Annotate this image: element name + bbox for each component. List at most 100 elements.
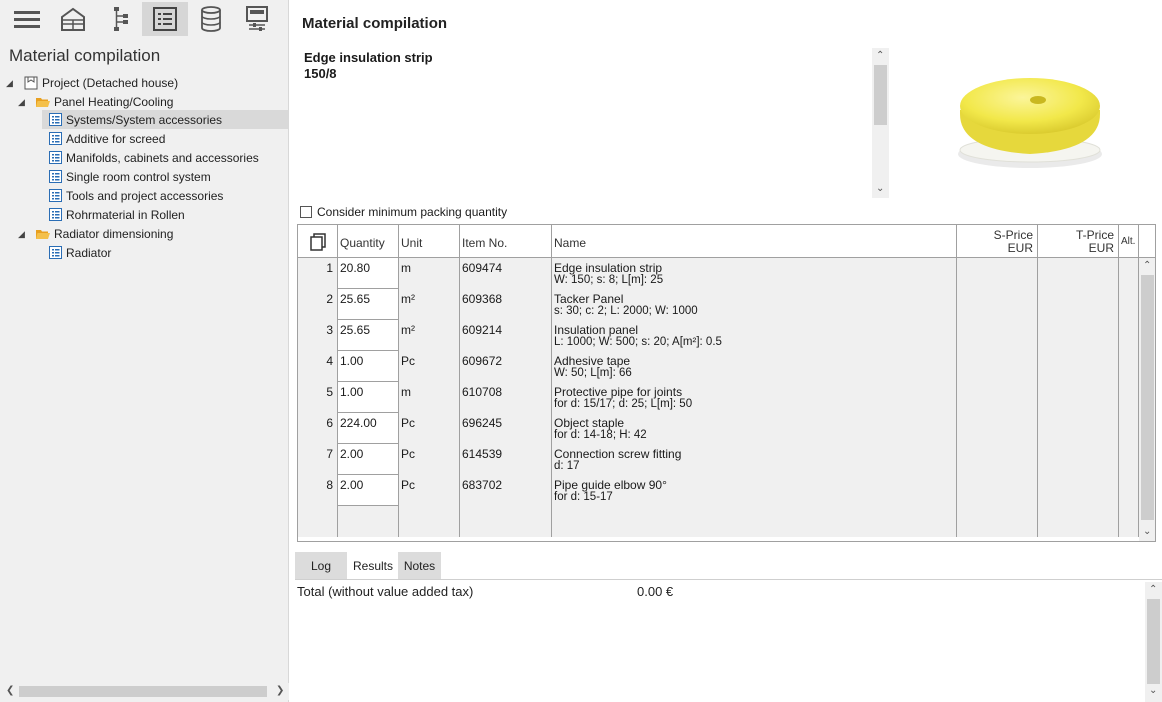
tree-node-room-control[interactable]: Single room control system [42,167,217,186]
table-row[interactable]: 8 2.00 Pc 683702 Pipe guide elbow 90° for d: … [298,475,1139,506]
quantity-cell[interactable]: 20.80 [338,258,399,289]
tab-notes[interactable]: Notes [398,552,441,579]
collapse-arrow-icon[interactable]: ◢ [6,78,16,88]
tree-label: Tools and project accessories [66,188,224,203]
table-vertical-scrollbar[interactable]: ⌃ ⌄ [1139,258,1155,541]
header-label: Item No. [462,236,508,250]
packing-quantity-checkbox[interactable] [300,206,312,218]
column-header-item-no[interactable]: Item No. [460,225,552,258]
menu-button[interactable] [4,2,50,36]
quantity-cell[interactable]: 2.00 [338,475,399,506]
network-icon [114,7,128,31]
tree-node-radiator-dimensioning[interactable]: ◢ Radiator dimensioning [18,224,179,243]
scroll-up-icon[interactable]: ⌃ [1149,585,1157,595]
collapse-arrow-icon[interactable]: ◢ [18,97,28,107]
copy-button[interactable] [298,225,338,258]
column-header-alt[interactable]: Alt. [1119,225,1139,258]
table-row-empty[interactable] [298,506,1139,537]
quantity-cell[interactable]: 224.00 [338,413,399,444]
t-price-cell [1038,382,1119,413]
settings-panel-button[interactable] [234,2,280,36]
packing-quantity-option[interactable]: Consider minimum packing quantity [300,205,507,219]
scroll-down-icon[interactable]: ⌄ [1143,527,1151,537]
quantity-cell[interactable]: 25.65 [338,320,399,351]
column-header-t-price[interactable]: T-Price EUR [1038,225,1119,258]
quantity-cell[interactable]: 1.00 [338,351,399,382]
scroll-left-icon[interactable]: ❮ [6,686,14,696]
table-row[interactable]: 5 1.00 m 610708 Protective pipe for joints fo… [298,382,1139,413]
project-icon [24,76,38,89]
sidebar-horizontal-scrollbar[interactable]: ❮ ❯ [0,683,289,700]
quantity-cell[interactable] [338,506,399,537]
item-name: Insulation panel [554,323,639,337]
scroll-down-icon[interactable]: ⌄ [1149,686,1157,696]
item-spec: s: 30; c: 2; L: 2000; W: 1000 [554,305,698,317]
tree-node-systems-accessories[interactable]: Systems/System accessories [42,110,288,129]
table-row[interactable]: 6 224.00 Pc 696245 Object staple for d: 14-18… [298,413,1139,444]
tree-node-panel-heating[interactable]: ◢ Panel Heating/Cooling [18,92,179,111]
tree-label: Panel Heating/Cooling [54,94,174,109]
material-table: Quantity Unit Item No. Name S-Price EUR … [297,224,1156,542]
item-no-cell: 609214 [460,320,552,351]
tree-label: Rohrmaterial in Rollen [66,207,185,222]
column-header-name[interactable]: Name [552,225,957,258]
item-name: Pipe guide elbow 90° [554,478,667,492]
tree-node-tools[interactable]: Tools and project accessories [42,186,229,205]
detail-vertical-scrollbar[interactable]: ⌃ ⌄ [872,48,889,198]
results-panel: Total (without value added tax) 0.00 € [297,584,673,599]
tree-node-project[interactable]: ◢ Project (Detached house) [6,73,184,92]
t-price-cell [1038,258,1119,289]
alt-cell [1119,382,1139,413]
column-header-s-price[interactable]: S-Price EUR [957,225,1038,258]
row-number: 8 [298,475,338,506]
tab-log[interactable]: Log [295,552,347,579]
table-row[interactable]: 1 20.80 m 609474 Edge insulation strip W: 150… [298,258,1139,289]
item-spec: d: 17 [554,460,580,472]
unit-cell: Pc [399,475,460,506]
item-no-cell: 609672 [460,351,552,382]
quantity-cell[interactable]: 2.00 [338,444,399,475]
scroll-right-icon[interactable]: ❯ [276,686,284,696]
s-price-cell [957,475,1038,506]
table-row[interactable]: 3 25.65 m² 609214 Insulation panel L: 1000; W… [298,320,1139,351]
name-cell: Adhesive tape W: 50; L[m]: 66 [552,351,957,382]
unit-cell: m² [399,320,460,351]
quantity-cell[interactable]: 1.00 [338,382,399,413]
tree-node-additive-screed[interactable]: Additive for screed [42,129,171,148]
scrollbar-thumb[interactable] [1141,275,1154,520]
alt-cell [1119,258,1139,289]
scroll-up-icon[interactable]: ⌃ [876,51,884,61]
row-number: 3 [298,320,338,351]
column-header-quantity[interactable]: Quantity [338,225,399,258]
scrollbar-thumb[interactable] [1147,599,1160,684]
list-icon [49,132,62,145]
table-row[interactable]: 7 2.00 Pc 614539 Connection screw fitting d: … [298,444,1139,475]
database-button[interactable] [188,2,234,36]
header-label: Name [554,236,587,250]
table-row[interactable]: 2 25.65 m² 609368 Tacker Panel s: 30; c: 2; L… [298,289,1139,320]
results-vertical-scrollbar[interactable]: ⌃ ⌄ [1145,582,1162,702]
alt-cell [1119,289,1139,320]
scrollbar-thumb[interactable] [874,65,887,125]
page-title: Material compilation [302,15,448,32]
tree-node-radiator[interactable]: Radiator [42,243,117,262]
menu-icon [14,11,40,28]
s-price-cell [957,413,1038,444]
collapse-arrow-icon[interactable]: ◢ [18,229,28,239]
building-view-button[interactable] [50,2,96,36]
table-row[interactable]: 4 1.00 Pc 609672 Adhesive tape W: 50; L[m]: 6… [298,351,1139,382]
tab-results[interactable]: Results [348,552,398,579]
material-list-button[interactable] [142,2,188,36]
tree-node-rohrmaterial[interactable]: Rohrmaterial in Rollen [42,205,191,224]
quantity-cell[interactable]: 25.65 [338,289,399,320]
tree-node-manifolds[interactable]: Manifolds, cabinets and accessories [42,148,265,167]
item-detail: Edge insulation strip 150/8 [304,50,864,82]
t-price-cell [1038,506,1119,537]
network-view-button[interactable] [96,2,142,36]
scrollbar-thumb[interactable] [19,686,267,697]
item-spec: for d: 15/17; d: 25; L[m]: 50 [554,398,693,410]
list-icon [153,7,177,31]
column-header-unit[interactable]: Unit [399,225,460,258]
scroll-down-icon[interactable]: ⌄ [876,184,884,194]
scroll-up-icon[interactable]: ⌃ [1143,261,1151,271]
